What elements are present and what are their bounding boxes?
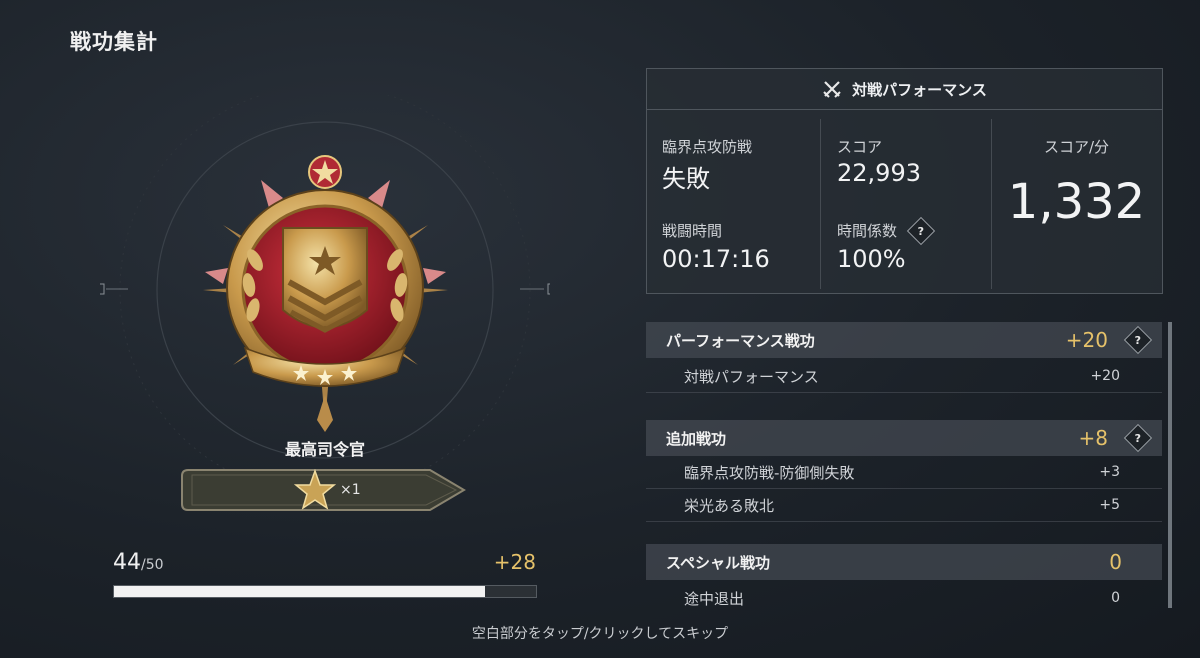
merit-item-label: 途中退出	[684, 589, 745, 608]
section-title: パーフォーマンス戦功	[666, 331, 815, 350]
stats-divider	[820, 119, 821, 289]
progress-max: /50	[141, 557, 164, 573]
merit-item: 対戦パフォーマンス +20	[646, 360, 1162, 393]
crossed-swords-icon	[823, 81, 841, 98]
merit-item-value: +20	[1090, 368, 1120, 384]
battle-time-value: 00:17:16	[662, 245, 770, 273]
help-icon[interactable]: ?	[906, 216, 936, 245]
merit-section-special: スペシャル戦功 0	[646, 544, 1162, 580]
progress-bar-fill	[114, 586, 486, 597]
merit-item-label: 対戦パフォーマンス	[684, 367, 819, 386]
skip-hint[interactable]: 空白部分をタップ/クリックしてスキップ	[0, 623, 1200, 643]
score-value: 22,993	[837, 159, 921, 187]
score-label: スコア	[837, 138, 883, 156]
section-value: 0	[1109, 550, 1122, 574]
battle-time-label: 戦闘時間	[662, 222, 723, 240]
help-icon[interactable]: ?	[1123, 325, 1153, 355]
merit-section-additional: 追加戦功 +8 ?	[646, 420, 1162, 456]
merit-item-label: 臨界点攻防戦-防御側失敗	[684, 463, 855, 482]
score-per-minute-label: スコア/分	[1043, 138, 1110, 156]
stats-header-label: 対戦パフォーマンス	[852, 80, 987, 99]
battle-performance-panel: 対戦パフォーマンス 臨界点攻防戦 失敗 戦闘時間 00:17:16 スコア 22…	[646, 68, 1163, 294]
help-icon[interactable]: ?	[1123, 423, 1153, 453]
progress-count: 44/50	[113, 550, 164, 575]
merit-item-value: +3	[1099, 464, 1120, 480]
merit-item-label: 栄光ある敗北	[684, 496, 775, 515]
section-title: 追加戦功	[666, 429, 727, 448]
section-title: スペシャル戦功	[666, 553, 770, 572]
merit-section-performance: パーフォーマンス戦功 +20 ?	[646, 322, 1162, 358]
rank-star-count: ×1	[340, 482, 361, 498]
merit-item-value: 0	[1111, 590, 1120, 606]
time-factor-label: 時間係数	[837, 222, 898, 240]
mode-result: 失敗	[662, 165, 710, 193]
rank-star-icon	[294, 469, 336, 510]
progress-current: 44	[113, 550, 141, 575]
merit-item-value: +5	[1099, 497, 1120, 513]
stats-header: 対戦パフォーマンス	[647, 69, 1162, 110]
page-title: 戦功集計	[70, 30, 158, 54]
score-per-minute-value: 1,332	[1007, 174, 1146, 230]
progress-gain: +28	[493, 550, 536, 574]
time-factor-label-row: 時間係数 ?	[837, 216, 936, 245]
section-value: +8	[1078, 426, 1108, 450]
merit-item: 栄光ある敗北 +5	[646, 489, 1162, 522]
merit-list-scrollbar[interactable]	[1168, 322, 1172, 608]
time-factor-value: 100%	[837, 245, 906, 273]
scrollbar-thumb[interactable]	[1168, 322, 1172, 608]
progress-bar	[113, 585, 537, 598]
merit-item: 途中退出 0	[646, 582, 1162, 614]
section-value: +20	[1065, 328, 1108, 352]
merit-item: 臨界点攻防戦-防御側失敗 +3	[646, 456, 1162, 489]
rank-name: 最高司令官	[284, 440, 365, 459]
mode-label: 臨界点攻防戦	[662, 138, 753, 156]
rank-emblem-icon	[203, 155, 448, 432]
